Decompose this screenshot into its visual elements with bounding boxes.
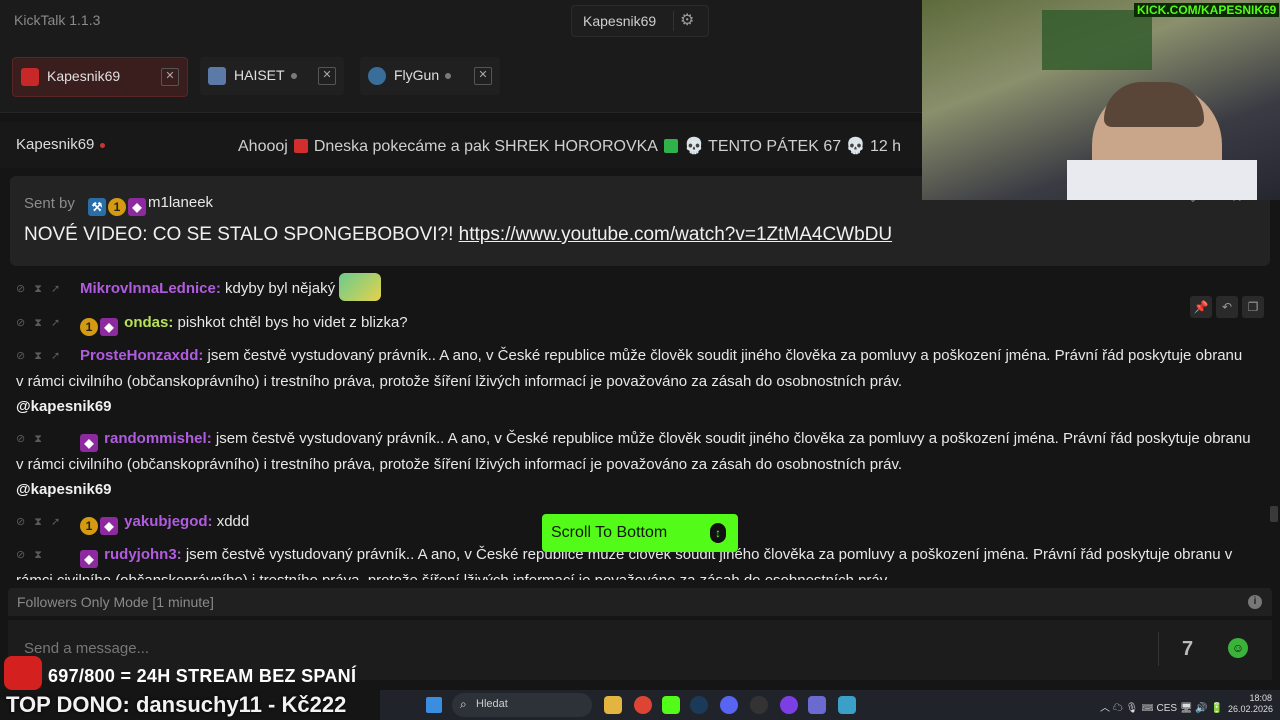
chat-message: ⊘⧗➚ MikrovlnnaLednice: kdyby byl nějaký (16, 273, 1251, 302)
tab-haiset[interactable]: HAISET ✕ (200, 57, 344, 95)
sent-by-label: Sent by (24, 195, 75, 212)
followers-only-label: Followers Only Mode [1 minute] (17, 594, 214, 610)
message-text: pishkot chtěl bys ho videt z blizka? (177, 314, 408, 331)
message-actions[interactable]: ⊘⧗ (16, 427, 80, 452)
stream-goal: 697/800 = 24H STREAM BEZ SPANÍ (48, 666, 357, 686)
app-icon[interactable] (838, 696, 856, 714)
pin-icon[interactable]: 📌 (1190, 296, 1212, 318)
info-icon[interactable]: i (1248, 595, 1262, 609)
message-actions[interactable]: ⊘⧗➚ (16, 311, 80, 336)
tab-kapesnik69[interactable]: Kapesnik69 ✕ (12, 57, 188, 97)
close-icon[interactable]: ✕ (318, 67, 336, 85)
discord-icon[interactable] (720, 696, 738, 714)
scroll-arrows-icon: ↕ (710, 523, 726, 543)
message-text: xddd (216, 513, 250, 530)
devil-mascot-icon (4, 656, 42, 690)
chat-username[interactable]: randommishel: (104, 430, 212, 447)
subscriber-badge-icon: ◆ (80, 550, 98, 568)
background-shelf (1042, 10, 1152, 70)
chat-scrollbar[interactable] (1270, 506, 1278, 522)
taskbar-search[interactable]: ⌕ Hledat (452, 693, 592, 717)
streamer-shirt (1067, 160, 1257, 200)
search-icon: ⌕ (460, 697, 467, 711)
tab-label: Kapesnik69 (47, 68, 121, 84)
streamer-hair (1104, 82, 1204, 127)
divider (673, 11, 674, 31)
chat-message: ⊘⧗➚ ProsteHonzaxdd: jsem čestvě vystudova… (16, 343, 1251, 419)
chat-username[interactable]: yakubjegod: (124, 513, 212, 530)
red-square-icon (293, 139, 308, 153)
live-dot-icon (100, 142, 106, 148)
kick-app-icon[interactable] (662, 696, 680, 714)
followers-only-banner: Followers Only Mode [1 minute] i (8, 588, 1272, 616)
moderator-badge-icon: ⚒ (88, 198, 106, 216)
windows-taskbar: ⌕ Hledat ︿ ☁ 🎙 ⌨ CES 🖥 🔊 🔋 18:08 26.02.20… (380, 690, 1280, 720)
steam-icon[interactable] (690, 696, 708, 714)
tab-flygun[interactable]: FlyGun ✕ (360, 57, 500, 95)
message-actions[interactable]: ⊘⧗➚ (16, 344, 80, 369)
message-actions[interactable]: ⊘⧗ (16, 543, 80, 568)
offline-dot-icon (290, 73, 297, 80)
user-menu[interactable]: Kapesnik69 ⚙ (571, 5, 709, 37)
app-title: KickTalk 1.1.3 (14, 12, 101, 28)
message-hover-tools: 📌 ↶ ❐ (1186, 296, 1264, 318)
close-icon[interactable]: ✕ (474, 67, 492, 85)
gifter-badge-icon: 1 (80, 517, 98, 535)
webcam-overlay: KICK.COM/KAPESNIK69 (922, 0, 1280, 200)
channel-avatar-icon (21, 68, 39, 86)
subscriber-badge-icon: ◆ (100, 517, 118, 535)
browser-icon[interactable] (780, 696, 798, 714)
chat-username[interactable]: ProsteHonzaxdd: (80, 347, 203, 364)
pinned-sender[interactable]: ⚒ 1 ◆ m1laneek (88, 194, 213, 216)
chat-username[interactable]: rudyjohn3: (104, 546, 182, 563)
close-icon[interactable]: ✕ (161, 68, 179, 86)
tab-label: HAISET (234, 67, 297, 83)
reply-icon[interactable]: ↶ (1216, 296, 1238, 318)
subscriber-badge-icon: ◆ (100, 318, 118, 336)
current-user-name: Kapesnik69 (583, 13, 657, 29)
chat-username[interactable]: MikrovlnnaLednice: (80, 280, 221, 297)
green-square-icon (663, 139, 678, 153)
7tv-emote-icon[interactable]: 7 (1182, 638, 1193, 661)
subscriber-badge-icon: ◆ (128, 198, 146, 216)
copy-icon[interactable]: ❐ (1242, 296, 1264, 318)
mention[interactable]: @kapesnik69 (16, 398, 112, 415)
subscriber-badge-icon: ◆ (80, 434, 98, 452)
message-text: kdyby byl nějaký (225, 280, 336, 297)
windows-start-icon[interactable] (426, 697, 442, 713)
chat-message: ⊘⧗ ◆ randommishel: jsem čestvě vystudovan… (16, 426, 1251, 502)
gifter-badge-icon: 1 (108, 198, 126, 216)
chat-username[interactable]: ondas: (124, 314, 173, 331)
gear-icon[interactable]: ⚙ (680, 10, 694, 30)
pinned-link[interactable]: https://www.youtube.com/watch?v=1ZtMA4CW… (459, 224, 892, 245)
message-actions[interactable]: ⊘⧗➚ (16, 277, 80, 302)
scroll-to-bottom-button[interactable]: Scroll To Bottom ↕ (542, 514, 738, 552)
channel-name[interactable]: Kapesnik69 (16, 136, 106, 153)
scroll-to-bottom-label: Scroll To Bottom (551, 524, 668, 541)
system-tray[interactable]: ︿ ☁ 🎙 ⌨ CES 🖥 🔊 🔋 (1100, 699, 1223, 714)
message-actions[interactable]: ⊘⧗➚ (16, 510, 80, 535)
channel-avatar-icon (368, 67, 386, 85)
pinned-text: NOVÉ VIDEO: CO SE STALO SPONGEBOBOVI?! h… (24, 224, 893, 245)
chat-message: ⊘⧗➚ 1 ◆ ondas: pishkot chtěl bys ho videt … (16, 310, 1251, 336)
kick-emote-icon[interactable]: ☺ (1228, 638, 1248, 658)
clock[interactable]: 18:08 26.02.2026 (1228, 693, 1273, 715)
stream-title: Ahoooj Dneska pokecáme a pak SHREK HORORO… (238, 138, 902, 155)
kick-channel-tag: KICK.COM/KAPESNIK69 (1134, 3, 1280, 17)
emote-image (339, 273, 382, 301)
divider (1158, 632, 1159, 666)
mention[interactable]: @kapesnik69 (16, 481, 112, 498)
tab-label: FlyGun (394, 67, 452, 83)
top-donor: TOP DONO: dansuchy11 - Kč222 (6, 692, 347, 717)
message-input[interactable]: Send a message... (24, 640, 149, 657)
search-placeholder: Hledat (476, 698, 508, 710)
file-explorer-icon[interactable] (604, 696, 622, 714)
app-icon[interactable] (808, 696, 826, 714)
channel-avatar-icon (208, 67, 226, 85)
obs-icon[interactable] (750, 696, 768, 714)
chrome-icon[interactable] (634, 696, 652, 714)
gifter-badge-icon: 1 (80, 318, 98, 336)
offline-dot-icon (445, 73, 452, 80)
